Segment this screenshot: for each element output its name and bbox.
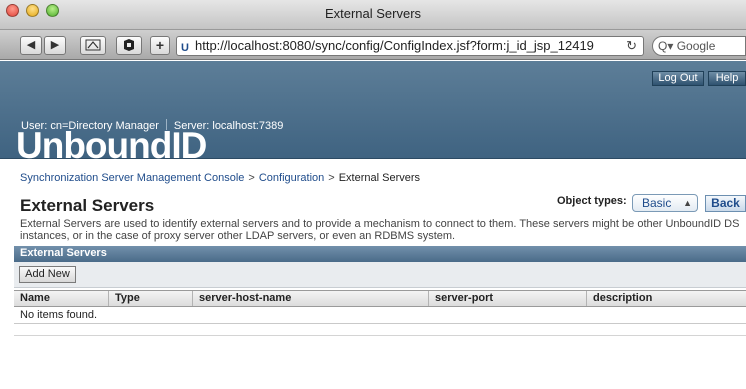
breadcrumb-configuration-link[interactable]: Configuration: [259, 172, 324, 184]
breadcrumb-current: External Servers: [338, 172, 421, 184]
breadcrumb-separator: >: [248, 172, 255, 184]
elephant-icon: [124, 39, 134, 51]
section-header: External Servers: [14, 246, 746, 262]
back-nav-button[interactable]: ◀: [20, 36, 42, 55]
table-button-bar: Add New: [14, 262, 746, 288]
breadcrumb-separator: >: [328, 172, 335, 184]
column-header-server-port[interactable]: server-port: [428, 291, 586, 306]
breadcrumb-console-link[interactable]: Synchronization Server Management Consol…: [20, 172, 244, 184]
snapback-button[interactable]: [80, 36, 106, 55]
add-bookmark-button[interactable]: +: [150, 36, 170, 55]
reload-icon[interactable]: ↻: [626, 37, 637, 55]
help-button[interactable]: Help: [708, 71, 746, 86]
column-header-name[interactable]: Name: [14, 291, 108, 306]
table-header: Name Type server-host-name server-port d…: [14, 290, 746, 307]
browser-toolbar: ◀ ▶ + U http://localhost:8080/sync/confi…: [0, 30, 746, 60]
breadcrumb: Synchronization Server Management Consol…: [20, 172, 420, 184]
forward-nav-button[interactable]: ▶: [44, 36, 66, 55]
servers-table: Name Type server-host-name server-port d…: [14, 290, 746, 324]
column-header-type[interactable]: Type: [108, 291, 192, 306]
window-title-bar: External Servers: [0, 0, 746, 30]
add-new-button[interactable]: Add New: [19, 266, 76, 283]
object-types-value: Basic: [642, 196, 672, 210]
select-arrows-icon: ▲: [683, 198, 692, 208]
column-header-server-host-name[interactable]: server-host-name: [192, 291, 428, 306]
column-header-description[interactable]: description: [586, 291, 746, 306]
divider: [14, 335, 746, 336]
table-empty-row: No items found.: [14, 307, 746, 324]
unboundid-logo: UnboundID: [16, 125, 207, 166]
site-favicon-icon: U: [181, 42, 189, 54]
evernote-button[interactable]: [116, 36, 142, 55]
snapback-icon: [85, 39, 101, 51]
window-title: External Servers: [324, 6, 422, 21]
object-types-select[interactable]: Basic ▲: [632, 194, 698, 212]
page-description: External Servers are used to identify ex…: [20, 218, 740, 242]
object-types-label: Object types:: [557, 195, 627, 207]
page-title: External Servers: [20, 196, 155, 215]
url-text: http://localhost:8080/sync/config/Config…: [195, 38, 594, 53]
address-bar[interactable]: U http://localhost:8080/sync/config/Conf…: [176, 36, 644, 56]
back-button[interactable]: Back: [705, 195, 746, 212]
logout-button[interactable]: Log Out: [652, 71, 704, 86]
google-search-field[interactable]: Q▾ Google: [652, 36, 746, 56]
